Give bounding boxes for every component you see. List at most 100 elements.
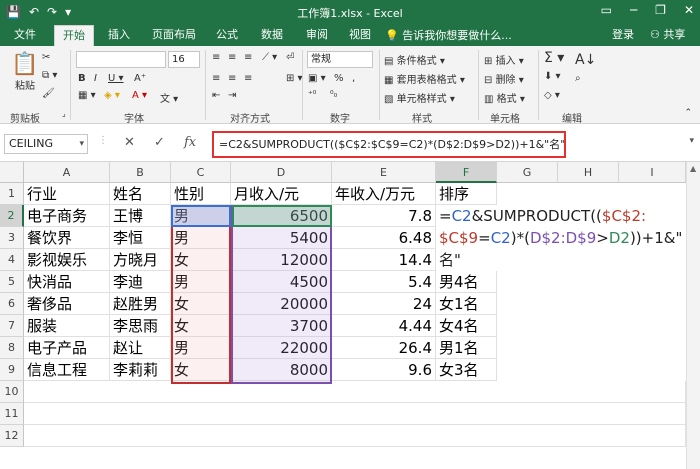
- sort-filter-icon[interactable]: A↓: [575, 52, 596, 68]
- cut-icon[interactable]: ✂: [42, 52, 50, 63]
- row-header[interactable]: 8: [0, 337, 24, 359]
- table-cell[interactable]: 行业: [24, 183, 110, 205]
- table-cell[interactable]: 6500: [231, 205, 332, 227]
- increase-indent-icon[interactable]: ⇥: [228, 90, 236, 101]
- row-header[interactable]: 6: [0, 293, 24, 315]
- table-cell[interactable]: 4500: [231, 271, 332, 293]
- row-header[interactable]: 10: [0, 381, 24, 403]
- table-cell[interactable]: 女: [171, 315, 231, 337]
- minimize-icon[interactable]: ─: [630, 3, 637, 17]
- table-cell[interactable]: 电子产品: [24, 337, 110, 359]
- table-cell[interactable]: 李莉莉: [110, 359, 171, 381]
- table-cell[interactable]: 男: [171, 271, 231, 293]
- table-cell[interactable]: 5400: [231, 227, 332, 249]
- row-header[interactable]: 5: [0, 271, 24, 293]
- table-cell[interactable]: 男: [171, 227, 231, 249]
- paste-button[interactable]: 📋 粘贴: [10, 52, 40, 92]
- bottom-align-icon[interactable]: ≡: [244, 52, 252, 63]
- table-cell[interactable]: 男: [171, 205, 231, 227]
- format-cells-button[interactable]: ▥ 格式 ▾: [484, 90, 525, 105]
- currency-icon[interactable]: ▣ ▾: [308, 73, 326, 84]
- table-cell[interactable]: 女3名: [436, 359, 497, 381]
- table-cell[interactable]: 22000: [231, 337, 332, 359]
- table-cell[interactable]: 姓名: [110, 183, 171, 205]
- fill-icon[interactable]: ⬇ ▾: [544, 71, 561, 82]
- table-cell[interactable]: 王博: [110, 205, 171, 227]
- tell-me-search[interactable]: 💡 告诉我你想要做什么...: [385, 27, 512, 43]
- empty-row[interactable]: [24, 381, 686, 403]
- cell-edit-line-2[interactable]: $C$9=C2)*(D$2:D$9>D2))+1&": [439, 227, 682, 249]
- table-cell[interactable]: 3700: [231, 315, 332, 337]
- table-cell[interactable]: 餐饮界: [24, 227, 110, 249]
- table-cell[interactable]: 24: [332, 293, 436, 315]
- increase-decimal-icon[interactable]: ⁺⁰: [308, 90, 316, 100]
- table-cell[interactable]: 20000: [231, 293, 332, 315]
- phonetic-icon[interactable]: 文 ▾: [160, 90, 178, 105]
- dialog-launcher-icon[interactable]: ⌟: [62, 109, 66, 118]
- vertical-scrollbar[interactable]: ▲: [686, 162, 700, 469]
- insert-cells-button[interactable]: ⊞ 插入 ▾: [484, 52, 524, 67]
- row-header[interactable]: 12: [0, 425, 24, 447]
- delete-cells-button[interactable]: ⊟ 删除 ▾: [484, 71, 524, 86]
- table-cell[interactable]: 女4名: [436, 315, 497, 337]
- restore-icon[interactable]: ❐: [655, 3, 666, 17]
- table-cell[interactable]: 李恒: [110, 227, 171, 249]
- autosum-icon[interactable]: Σ ▾: [544, 50, 564, 66]
- table-cell[interactable]: 4.44: [332, 315, 436, 337]
- ribbon-display-icon[interactable]: ▭: [601, 3, 612, 17]
- table-cell[interactable]: 男4名: [436, 271, 497, 293]
- row-header[interactable]: 4: [0, 249, 24, 271]
- table-cell[interactable]: 女1名: [436, 293, 497, 315]
- table-cell[interactable]: 6.48: [332, 227, 436, 249]
- wrap-text-icon[interactable]: ⏎: [286, 52, 294, 63]
- increase-font-icon[interactable]: A⁺: [134, 73, 146, 84]
- font-size-combo[interactable]: 16: [168, 51, 200, 68]
- tab-file[interactable]: 文件: [14, 27, 36, 43]
- top-align-icon[interactable]: ≡: [212, 52, 220, 63]
- table-cell[interactable]: 女: [171, 293, 231, 315]
- align-center-icon[interactable]: ≡: [228, 73, 236, 84]
- row-header[interactable]: 9: [0, 359, 24, 381]
- tab-view[interactable]: 视图: [349, 27, 371, 43]
- clear-icon[interactable]: ◇ ▾: [544, 90, 560, 101]
- worksheet-grid[interactable]: A B C D E F G H I 1 2 3 4 5 6 7 8 9 10 1…: [0, 162, 700, 469]
- cell-edit-line-1[interactable]: =C2&SUMPRODUCT(($C$2:: [439, 205, 646, 227]
- scroll-up-icon[interactable]: ▲: [690, 164, 696, 173]
- align-right-icon[interactable]: ≡: [244, 73, 252, 84]
- expand-formula-bar-icon[interactable]: ▾: [689, 136, 694, 146]
- table-cell[interactable]: 男: [171, 337, 231, 359]
- empty-row[interactable]: [24, 403, 686, 425]
- column-header-d[interactable]: D: [231, 162, 332, 183]
- enter-icon[interactable]: ✓: [154, 135, 165, 150]
- cell-styles-button[interactable]: ▧ 单元格样式 ▾: [384, 90, 455, 105]
- empty-row[interactable]: [24, 425, 686, 447]
- table-cell[interactable]: 赵胜男: [110, 293, 171, 315]
- column-header-a[interactable]: A: [24, 162, 110, 183]
- table-cell[interactable]: 排序: [436, 183, 497, 205]
- row-header[interactable]: 1: [0, 183, 24, 205]
- table-cell[interactable]: 影视娱乐: [24, 249, 110, 271]
- name-box[interactable]: CEILING ▾: [4, 134, 88, 154]
- share-button[interactable]: ⚇ 共享: [650, 27, 685, 43]
- table-cell[interactable]: 26.4: [332, 337, 436, 359]
- table-cell[interactable]: 奢侈品: [24, 293, 110, 315]
- table-cell[interactable]: 女: [171, 249, 231, 271]
- tab-page-layout[interactable]: 页面布局: [152, 27, 196, 43]
- decrease-indent-icon[interactable]: ⇤: [212, 90, 220, 101]
- table-cell[interactable]: 李迪: [110, 271, 171, 293]
- tab-formulas[interactable]: 公式: [216, 27, 238, 43]
- italic-button[interactable]: I: [94, 73, 97, 84]
- copy-icon[interactable]: ⧉ ▾: [42, 70, 57, 81]
- underline-button[interactable]: U ▾: [108, 73, 124, 84]
- table-cell[interactable]: 电子商务: [24, 205, 110, 227]
- middle-align-icon[interactable]: ≡: [228, 52, 236, 63]
- decrease-decimal-icon[interactable]: ⁰₀: [330, 90, 337, 100]
- number-format-combo[interactable]: 常规: [307, 51, 373, 68]
- row-header[interactable]: 3: [0, 227, 24, 249]
- fill-color-icon[interactable]: ◈ ▾: [104, 90, 120, 101]
- border-icon[interactable]: ▦ ▾: [78, 90, 96, 101]
- comma-icon[interactable]: ,: [352, 73, 355, 84]
- column-header-g[interactable]: G: [497, 162, 558, 183]
- login-link[interactable]: 登录: [612, 27, 634, 43]
- formula-input[interactable]: =C2&SUMPRODUCT(($C$2:$C$9=C2)*(D$2:D$9>D…: [212, 131, 566, 158]
